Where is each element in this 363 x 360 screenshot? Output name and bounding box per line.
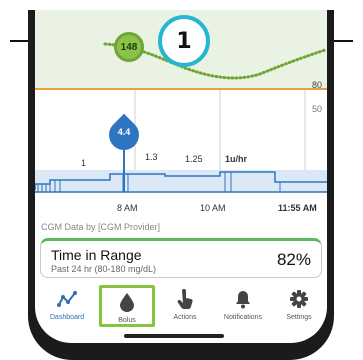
tir-subtitle: Past 24 hr (80-180 mg/dL)	[51, 264, 157, 274]
bottom-nav: Dashboard Bolus Actions Notifications Se…	[35, 283, 327, 331]
nav-label: Notifications	[223, 314, 263, 321]
time-axis: 8 AM 10 AM 11:55 AM	[35, 203, 327, 217]
nav-item-actions[interactable]: Actions	[157, 285, 213, 327]
glucose-marker[interactable]: 148	[114, 32, 144, 62]
high-limit-label: 80	[312, 80, 323, 90]
time-label: 11:55 AM	[278, 203, 317, 213]
nav-item-dashboard[interactable]: Dashboard	[39, 285, 95, 327]
nav-label: Bolus	[118, 317, 136, 324]
nav-item-notifications[interactable]: Notifications	[215, 285, 271, 327]
tir-value: 82%	[276, 250, 311, 269]
callout-badge: 1	[158, 15, 210, 67]
nav-item-bolus[interactable]: Bolus	[99, 285, 155, 327]
basal-rate-label: 1.25	[185, 154, 203, 164]
bell-icon	[232, 288, 254, 310]
home-indicator	[124, 334, 224, 338]
nav-label: Settings	[286, 314, 312, 321]
insulin-chart-svg	[35, 90, 327, 193]
cgm-source-label: CGM Data by [CGM Provider]	[41, 222, 161, 232]
time-label: 10 AM	[200, 203, 226, 213]
hand-pointer-icon	[174, 288, 196, 310]
basal-rate-label: 1	[81, 158, 87, 168]
gear-icon	[288, 288, 310, 310]
time-in-range-card[interactable]: Time in Range Past 24 hr (80-180 mg/dL) …	[40, 238, 322, 278]
insulin-chart: 50 4.4 1 1.3 1.25 1u/hr	[35, 90, 327, 193]
nav-label: Dashboard	[49, 314, 85, 321]
dashboard-trend-icon	[56, 288, 78, 310]
bolus-value: 4.4	[117, 127, 131, 137]
tir-title: Time in Range	[51, 247, 142, 263]
nav-label: Actions	[173, 314, 197, 321]
insulin-scale-label: 50	[312, 104, 323, 114]
basal-rate-label: 1u/hr	[225, 154, 248, 164]
drop-icon	[116, 291, 138, 313]
time-label: 8 AM	[117, 203, 138, 213]
nav-item-settings[interactable]: Settings	[271, 285, 327, 327]
basal-area	[35, 170, 327, 192]
basal-rate-label: 1.3	[145, 152, 158, 162]
